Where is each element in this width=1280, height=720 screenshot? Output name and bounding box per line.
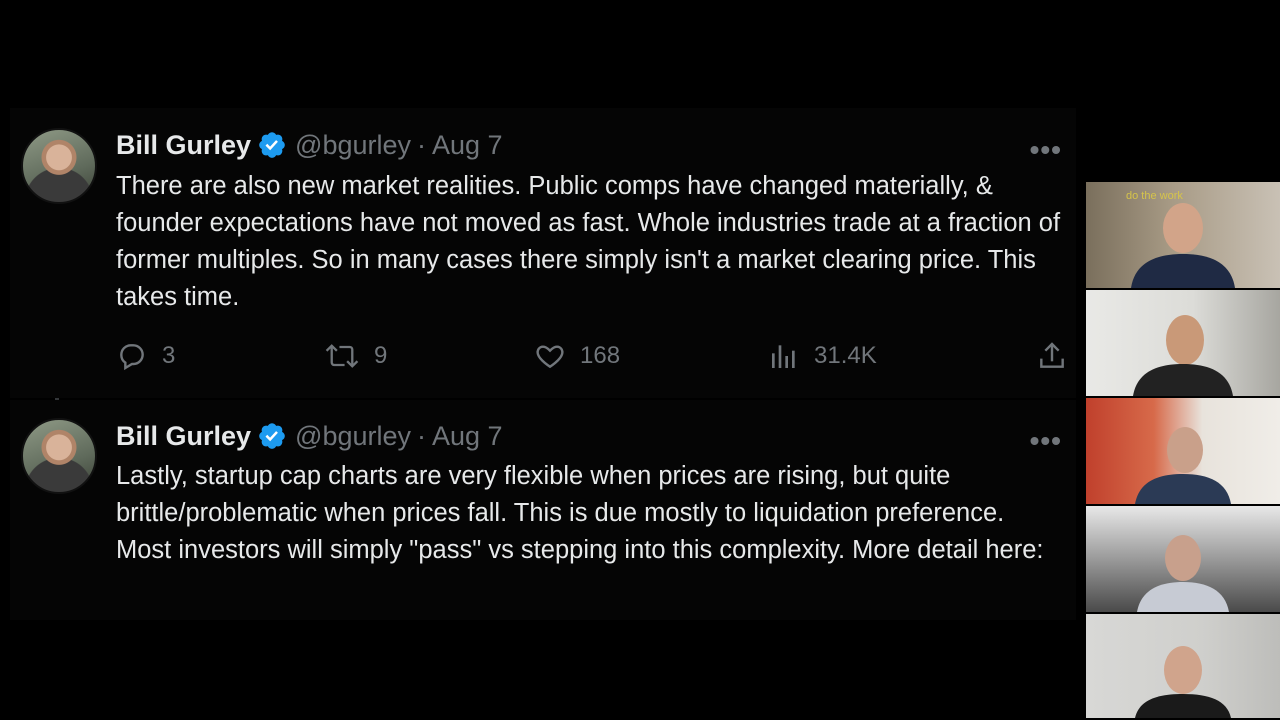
- participant-silhouette: [1135, 427, 1231, 504]
- tweet-header: Bill Gurley @bgurley · Aug 7: [116, 419, 503, 453]
- video-call-strip: do the work: [1086, 182, 1280, 720]
- participant-silhouette: [1131, 203, 1235, 288]
- video-tile-participant-3[interactable]: [1086, 398, 1280, 504]
- views-button[interactable]: 31.4K: [768, 340, 877, 372]
- analytics-icon: [768, 340, 800, 372]
- header-separator: ·: [417, 420, 427, 451]
- tweet-text: Lastly, startup cap charts are very flex…: [116, 462, 1044, 564]
- like-button[interactable]: 168: [534, 340, 620, 372]
- video-tile-participant-5[interactable]: [1086, 614, 1280, 718]
- avatar[interactable]: [21, 418, 97, 494]
- view-count: 31.4K: [814, 342, 877, 369]
- video-tile-participant-4[interactable]: [1086, 506, 1280, 612]
- header-separator: ·: [417, 129, 427, 160]
- share-icon: [1036, 340, 1068, 372]
- participant-silhouette: [1137, 535, 1229, 612]
- like-count: 168: [580, 342, 621, 369]
- video-tile-participant-1[interactable]: do the work: [1086, 182, 1280, 288]
- heart-icon: [534, 340, 566, 372]
- author-handle[interactable]: @bgurley: [295, 421, 411, 452]
- tweet-text: There are also new market realities. Pub…: [116, 172, 1061, 311]
- avatar[interactable]: [21, 128, 97, 204]
- reply-count: 3: [162, 342, 176, 369]
- tweet-actions: 3 9 168 31.4K: [116, 338, 1066, 374]
- retweet-count: 9: [374, 342, 388, 369]
- tweet-date[interactable]: Aug 7: [432, 130, 503, 161]
- author-handle[interactable]: @bgurley: [295, 130, 411, 161]
- participant-silhouette: [1135, 646, 1231, 718]
- retweet-icon: [324, 340, 360, 372]
- tweet-2[interactable]: Bill Gurley @bgurley · Aug 7 ••• Lastly,…: [10, 400, 1076, 620]
- retweet-button[interactable]: 9: [324, 340, 387, 372]
- author-name[interactable]: Bill Gurley: [116, 421, 251, 452]
- verified-badge-icon: [257, 421, 287, 451]
- author-name[interactable]: Bill Gurley: [116, 130, 251, 161]
- more-options-icon[interactable]: •••: [1030, 134, 1062, 166]
- verified-badge-icon: [257, 130, 287, 160]
- reply-icon: [116, 340, 148, 372]
- tweet-1[interactable]: Bill Gurley @bgurley · Aug 7 ••• There a…: [10, 108, 1076, 398]
- more-options-icon[interactable]: •••: [1030, 425, 1062, 457]
- tweet-date[interactable]: Aug 7: [432, 421, 503, 452]
- video-tile-participant-2[interactable]: [1086, 290, 1280, 396]
- reply-button[interactable]: 3: [116, 340, 175, 372]
- tweet-header: Bill Gurley @bgurley · Aug 7: [116, 128, 503, 162]
- share-button[interactable]: [1036, 340, 1068, 372]
- participant-silhouette: [1133, 315, 1233, 396]
